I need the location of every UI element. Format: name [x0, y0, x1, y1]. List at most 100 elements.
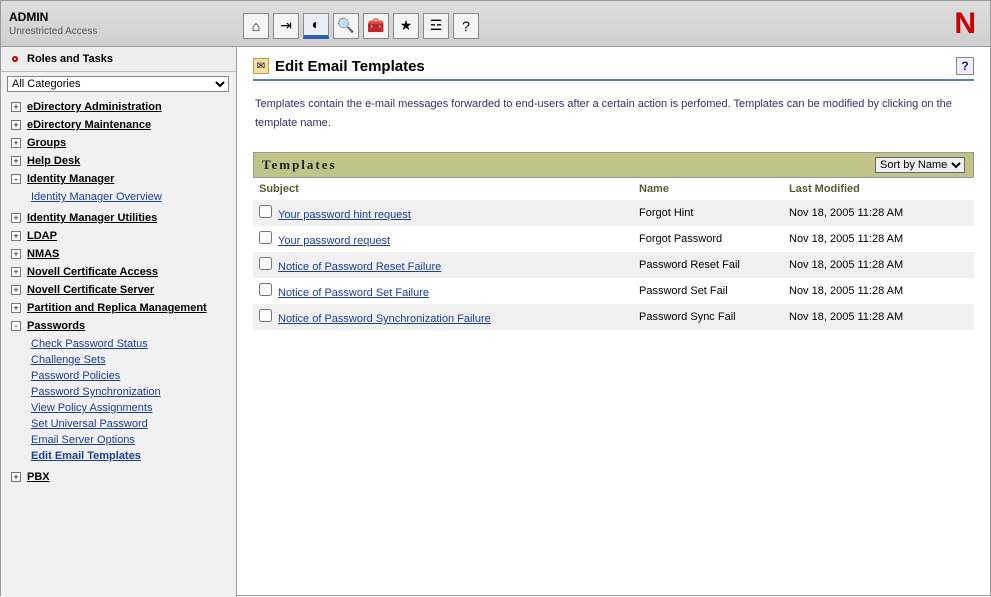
- col-name: Name: [633, 178, 783, 200]
- page-icon: ✉: [253, 58, 269, 74]
- templates-panel-title: Templates: [262, 157, 337, 173]
- nav-node: + Partition and Replica Management: [1, 299, 236, 317]
- expand-icon[interactable]: +: [11, 249, 21, 259]
- nav-category-link[interactable]: Identity Manager Utilities: [27, 212, 157, 224]
- nav-node: + NMAS: [1, 245, 236, 263]
- template-subject-link[interactable]: Your password request: [278, 235, 390, 247]
- template-name: Password Set Fail: [633, 278, 783, 304]
- access-subtitle: Unrestricted Access: [9, 26, 235, 37]
- table-row: Your password request Forgot PasswordNov …: [253, 226, 974, 252]
- nav-category-link[interactable]: Groups: [27, 137, 66, 149]
- nav-category-link[interactable]: Novell Certificate Access: [27, 266, 158, 278]
- help-icon[interactable]: ?: [453, 13, 479, 39]
- nav-category-link[interactable]: Novell Certificate Server: [27, 284, 154, 296]
- nav-sublink[interactable]: Edit Email Templates: [31, 448, 236, 464]
- roles-section-title: Roles and Tasks: [27, 53, 113, 65]
- novell-logo-icon: N: [954, 7, 976, 41]
- nav-node: + PBX: [1, 468, 236, 486]
- nav-node: + Identity Manager Utilities: [1, 209, 236, 227]
- expand-icon[interactable]: +: [11, 303, 21, 313]
- template-name: Forgot Password: [633, 226, 783, 252]
- expand-icon[interactable]: +: [11, 102, 21, 112]
- nav-tree: + eDirectory Administration + eDirectory Ma…: [1, 96, 236, 488]
- nav-sublink[interactable]: Password Policies: [31, 368, 236, 384]
- table-row: Notice of Password Reset Failure Password…: [253, 252, 974, 278]
- expand-icon[interactable]: +: [11, 213, 21, 223]
- col-last-modified: Last Modified: [783, 178, 974, 200]
- nav-node: + Groups: [1, 134, 236, 152]
- app-header: ADMIN Unrestricted Access ⌂⇥◐🔍🧰★☲? N: [1, 1, 990, 47]
- nav-node: + eDirectory Maintenance: [1, 116, 236, 134]
- sort-select[interactable]: Sort by Name: [875, 157, 965, 173]
- nav-sublink[interactable]: Set Universal Password: [31, 416, 236, 432]
- nav-category-link[interactable]: Passwords: [27, 320, 85, 332]
- expand-icon[interactable]: +: [11, 120, 21, 130]
- template-name: Password Sync Fail: [633, 304, 783, 330]
- nav-category-link[interactable]: Help Desk: [27, 155, 80, 167]
- template-last-modified: Nov 18, 2005 11:28 AM: [783, 226, 974, 252]
- collapse-icon[interactable]: -: [11, 174, 21, 184]
- col-subject: Subject: [253, 178, 633, 200]
- nav-node: -Passwords: [1, 317, 236, 335]
- template-last-modified: Nov 18, 2005 11:28 AM: [783, 304, 974, 330]
- nav-category-link[interactable]: LDAP: [27, 230, 57, 242]
- expand-icon[interactable]: +: [11, 472, 21, 482]
- nav-category-link[interactable]: NMAS: [27, 248, 59, 260]
- collapse-icon[interactable]: -: [11, 321, 21, 331]
- nav-sublink[interactable]: Check Password Status: [31, 336, 236, 352]
- nav-node: + Help Desk: [1, 152, 236, 170]
- list-icon[interactable]: ☲: [423, 13, 449, 39]
- expand-icon[interactable]: +: [11, 267, 21, 277]
- template-name: Forgot Hint: [633, 200, 783, 226]
- row-checkbox[interactable]: [259, 257, 272, 270]
- template-last-modified: Nov 18, 2005 11:28 AM: [783, 200, 974, 226]
- tool-icon[interactable]: 🧰: [363, 13, 389, 39]
- templates-panel-header: Templates Sort by Name: [253, 152, 974, 178]
- nav-sublink[interactable]: Identity Manager Overview: [31, 189, 236, 205]
- favorite-icon[interactable]: ★: [393, 13, 419, 39]
- expand-icon[interactable]: +: [11, 285, 21, 295]
- nav-node: -Identity Manager: [1, 170, 236, 188]
- home-icon[interactable]: ⌂: [243, 13, 269, 39]
- nav-node: + Novell Certificate Server: [1, 281, 236, 299]
- table-row: Notice of Password Synchronization Failu…: [253, 304, 974, 330]
- view-icon[interactable]: 🔍: [333, 13, 359, 39]
- nav-category-link[interactable]: Partition and Replica Management: [27, 302, 207, 314]
- main-content: ✉ Edit Email Templates ? Templates conta…: [237, 47, 990, 597]
- template-subject-link[interactable]: Notice of Password Reset Failure: [278, 261, 441, 273]
- template-name: Password Reset Fail: [633, 252, 783, 278]
- sidebar: Roles and Tasks All Categories + eDirecto…: [1, 47, 237, 597]
- template-subject-link[interactable]: Notice of Password Synchronization Failu…: [278, 313, 491, 325]
- table-row: Your password hint request Forgot HintNov…: [253, 200, 974, 226]
- nav-category-link[interactable]: eDirectory Administration: [27, 101, 162, 113]
- nav-sublink[interactable]: View Policy Assignments: [31, 400, 236, 416]
- nav-sublink[interactable]: Challenge Sets: [31, 352, 236, 368]
- nav-category-link[interactable]: PBX: [27, 471, 50, 483]
- expand-icon[interactable]: +: [11, 156, 21, 166]
- roles-icon[interactable]: ◐: [303, 13, 329, 39]
- template-subject-link[interactable]: Notice of Password Set Failure: [278, 287, 429, 299]
- top-toolbar: ⌂⇥◐🔍🧰★☲?: [243, 9, 483, 39]
- nav-category-link[interactable]: eDirectory Maintenance: [27, 119, 151, 131]
- exit-icon[interactable]: ⇥: [273, 13, 299, 39]
- nav-sublist: Check Password StatusChallenge SetsPassw…: [1, 335, 236, 468]
- nav-sublink[interactable]: Email Server Options: [31, 432, 236, 448]
- row-checkbox[interactable]: [259, 283, 272, 296]
- nav-sublink[interactable]: Password Synchronization: [31, 384, 236, 400]
- nav-category-link[interactable]: Identity Manager: [27, 173, 114, 185]
- template-subject-link[interactable]: Your password hint request: [278, 209, 411, 221]
- row-checkbox[interactable]: [259, 205, 272, 218]
- intro-text: Templates contain the e-mail messages fo…: [253, 81, 974, 152]
- page-help-button[interactable]: ?: [956, 57, 974, 75]
- nav-node: + LDAP: [1, 227, 236, 245]
- nav-sublist: Identity Manager Overview: [1, 188, 236, 209]
- row-checkbox[interactable]: [259, 231, 272, 244]
- expand-icon[interactable]: +: [11, 231, 21, 241]
- row-checkbox[interactable]: [259, 309, 272, 322]
- expand-icon[interactable]: +: [11, 138, 21, 148]
- table-row: Notice of Password Set Failure Password S…: [253, 278, 974, 304]
- category-select[interactable]: All Categories: [7, 76, 229, 92]
- nav-node: + Novell Certificate Access: [1, 263, 236, 281]
- page-title: Edit Email Templates: [275, 58, 425, 75]
- roles-section-icon: [7, 51, 23, 67]
